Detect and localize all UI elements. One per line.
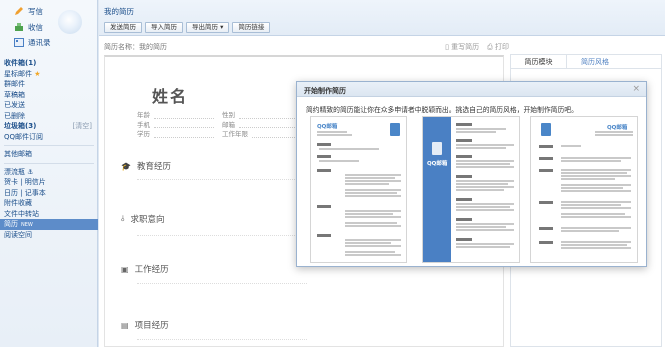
sidebar-item-other-mailboxes[interactable]: 其他邮箱 [0, 149, 98, 160]
template-1-brand: QQ邮箱 [317, 124, 338, 130]
start-resume-dialog: 开始制作简历 × 简约精致的简历能让你在众多申请者中脱颖而出。挑选自己的简历风格… [296, 81, 647, 267]
divider [137, 179, 307, 180]
close-icon[interactable]: × [632, 84, 640, 94]
print-icon: ⎙ [487, 43, 495, 51]
sidebar-item-starred[interactable]: 星标邮件 ★ [0, 69, 98, 80]
section-job-intention[interactable]: ⫰ 求职意向 [121, 213, 165, 225]
sidebar-item-sent[interactable]: 已发送 [0, 100, 98, 111]
receive-label: 收信 [28, 23, 43, 32]
tab-styles[interactable]: 简历风格 [567, 55, 623, 68]
dialog-header: 开始制作简历 × [297, 82, 646, 97]
import-resume-button[interactable]: 导入简历 [145, 22, 183, 33]
phone-field[interactable]: 手机 [137, 119, 222, 129]
years-field[interactable]: 工作年限 [222, 128, 307, 138]
write-icon [14, 7, 24, 16]
briefcase-icon: ▣ [121, 264, 129, 274]
template-thumbnail-2[interactable]: QQ邮箱 [422, 116, 520, 263]
contacts-label: 通讯录 [28, 38, 51, 47]
sidebar-item-file-transfer[interactable]: 文件中转站 [0, 209, 98, 220]
sidebar-item-group[interactable]: 群邮件 [0, 79, 98, 90]
sidebar-item-inbox[interactable]: 收件箱(1) [0, 58, 98, 69]
receive-icon [14, 23, 24, 32]
dialog-description: 简约精致的简历能让你在众多申请者中脱颖而出。挑选自己的简历风格，开始制作简历吧。 [306, 106, 578, 114]
rewrite-button[interactable]: ▯ 重写简历 [445, 42, 479, 52]
print-button[interactable]: ⎙ 打印 [487, 42, 509, 52]
export-resume-button[interactable]: 导出简历 ▾ [186, 22, 230, 33]
template-1-logo-icon [390, 123, 400, 136]
age-field[interactable]: 年龄 [137, 109, 222, 119]
page-title: 我的简历 [104, 7, 134, 16]
sidebar-item-resume[interactable]: 简历 NEW [0, 219, 98, 230]
resume-name-label: 简历名称：我的简历 [104, 43, 167, 51]
sidebar-decoration [58, 10, 82, 34]
star-icon: ★ [34, 69, 41, 78]
write-label: 写信 [28, 7, 43, 16]
new-badge: NEW [21, 222, 33, 228]
folder-icon: ▤ [121, 320, 129, 330]
resume-link-button[interactable]: 简历链接 [232, 22, 271, 33]
sidebar-item-reading-space[interactable]: 阅读空间 [0, 230, 98, 241]
template-3-logo-icon [541, 123, 551, 136]
divider [137, 283, 307, 284]
gender-field[interactable]: 性别 [222, 109, 307, 119]
divider [4, 162, 94, 164]
divider [137, 235, 307, 236]
sidebar-item-subscriptions[interactable]: QQ邮件订阅 [0, 132, 98, 143]
sidebar-item-deleted[interactable]: 已删除 [0, 111, 98, 122]
sidebar-item-drift-bottle[interactable]: 漂流瓶 ⚓ [0, 167, 98, 178]
section-work-experience[interactable]: ▣ 工作经历 [121, 263, 169, 276]
template-3-brand: QQ邮箱 [607, 125, 628, 131]
template-2-sidebar [423, 117, 451, 262]
contacts-icon [14, 38, 24, 47]
sidebar-item-drafts[interactable]: 草稿箱 [0, 90, 98, 101]
section-education[interactable]: 🎓 教育经历 [121, 160, 171, 173]
folder-list: 收件箱(1) 星标邮件 ★ 群邮件 草稿箱 已发送 已删除 垃圾箱(3) [清空]… [0, 58, 98, 240]
sidebar-item-calendar[interactable]: 日历 | 记事本 [0, 188, 98, 199]
receive-button[interactable]: 收信 [14, 22, 43, 33]
main-header: 我的简历 发送简历 导入简历 导出简历 ▾ 简历链接 [99, 0, 665, 36]
template-2-brand: QQ邮箱 [427, 161, 448, 167]
graduation-cap-icon: 🎓 [121, 161, 131, 171]
document-bar: 简历名称：我的简历 ▯ 重写简历 ⎙ 打印 [99, 38, 509, 53]
tab-modules[interactable]: 简历模块 [511, 55, 567, 68]
template-thumbnail-1[interactable]: QQ邮箱 [310, 116, 407, 263]
contacts-button[interactable]: 通讯录 [14, 37, 51, 48]
divider [137, 339, 307, 340]
section-projects[interactable]: ▤ 项目经历 [121, 319, 169, 332]
write-button[interactable]: 写信 [14, 6, 43, 17]
send-resume-button[interactable]: 发送简历 [104, 22, 142, 33]
sidebar-item-spam[interactable]: 垃圾箱(3) [清空] [0, 121, 98, 132]
sidebar-item-cards[interactable]: 贺卡 | 明信片 [0, 177, 98, 188]
email-field[interactable]: 邮箱 [222, 119, 307, 129]
education-field[interactable]: 学历 [137, 128, 222, 138]
pin-icon: ⫰ [121, 214, 125, 223]
resume-name[interactable]: 姓名 [152, 83, 188, 107]
basic-info-fields: 年龄 性别 手机 邮箱 学历 工作年限 [137, 109, 307, 138]
sidebar-item-attachments[interactable]: 附件收藏 [0, 198, 98, 209]
template-2-logo-icon [432, 142, 442, 155]
empty-spam-link[interactable]: [清空] [73, 121, 92, 132]
dialog-title: 开始制作简历 [304, 87, 346, 95]
divider [4, 145, 94, 146]
sidebar: 写信 收信 通讯录 收件箱(1) 星标邮件 ★ 群邮件 草稿箱 已发送 已删除 … [0, 0, 98, 347]
template-thumbnail-3[interactable]: QQ邮箱 [530, 116, 638, 263]
toolbar: 发送简历 导入简历 导出简历 ▾ 简历链接 [104, 22, 271, 33]
